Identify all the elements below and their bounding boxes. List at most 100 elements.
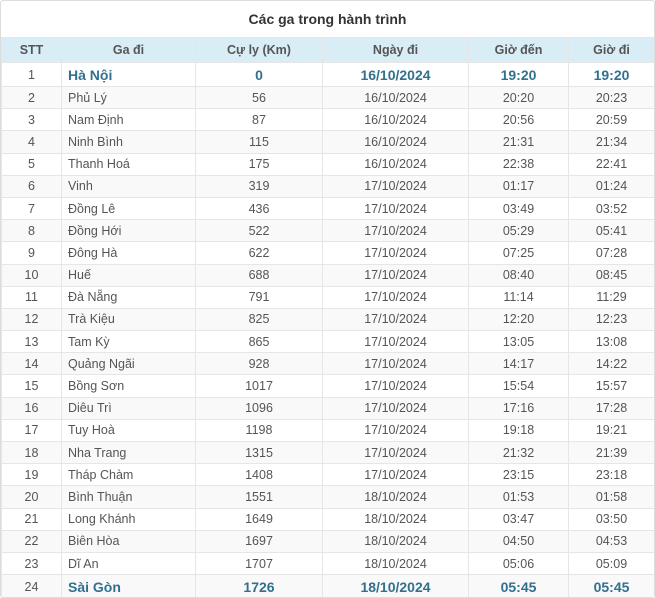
date-cell: 17/10/2024 <box>322 174 469 198</box>
table-row: 18 Nha Trang 1315 17/10/2024 21:32 21:39 <box>1 440 654 465</box>
departure-time-cell: 21:34 <box>568 130 654 154</box>
table-row: 13 Tam Kỳ 865 17/10/2024 13:05 13:08 <box>1 330 654 354</box>
departure-time-cell: 21:39 <box>568 440 654 465</box>
distance-cell: 791 <box>195 285 323 309</box>
stt-cell: 21 <box>1 507 62 531</box>
distance-cell: 1408 <box>195 463 323 487</box>
distance-cell: 1697 <box>195 529 323 553</box>
stt-cell: 11 <box>1 285 62 309</box>
stt-cell: 10 <box>1 263 62 287</box>
table-row: 17 Tuy Hoà 1198 17/10/2024 19:18 19:21 <box>1 418 654 443</box>
departure-time-cell: 01:24 <box>568 174 654 198</box>
departure-time-cell: 14:22 <box>568 352 654 376</box>
date-cell: 16/10/2024 <box>322 62 469 87</box>
stt-cell: 15 <box>1 374 62 398</box>
station-name-cell: Quảng Ngãi <box>61 352 196 376</box>
table-header-row: STT Ga đi Cự ly (Km) Ngày đi Giờ đến Giờ… <box>1 37 654 63</box>
col-header-date: Ngày đi <box>322 37 469 63</box>
station-name-cell: Bồng Sơn <box>61 374 196 398</box>
distance-cell: 175 <box>195 152 323 176</box>
station-name-cell: Diêu Trì <box>61 396 196 420</box>
stt-cell: 13 <box>1 330 62 354</box>
distance-cell: 1017 <box>195 374 323 398</box>
col-header-departure: Giờ đi <box>568 37 654 63</box>
date-cell: 17/10/2024 <box>322 374 469 398</box>
stt-cell: 24 <box>1 574 62 597</box>
table-row: 9 Đông Hà 622 17/10/2024 07:25 07:28 <box>1 241 654 265</box>
station-name-cell: Sài Gòn <box>61 574 196 597</box>
table-row: 6 Vinh 319 17/10/2024 01:17 01:24 <box>1 174 654 198</box>
table-row: 1 Hà Nội 0 16/10/2024 19:20 19:20 <box>1 62 654 87</box>
departure-time-cell: 01:58 <box>568 485 654 509</box>
distance-cell: 865 <box>195 330 323 354</box>
table-row: 21 Long Khánh 1649 18/10/2024 03:47 03:50 <box>1 507 654 531</box>
departure-time-cell: 13:08 <box>568 330 654 354</box>
table-row: 22 Biên Hòa 1697 18/10/2024 04:50 04:53 <box>1 529 654 553</box>
arrival-time-cell: 20:20 <box>468 85 569 110</box>
departure-time-cell: 23:18 <box>568 463 654 487</box>
distance-cell: 522 <box>195 219 323 243</box>
departure-time-cell: 22:41 <box>568 152 654 176</box>
stt-cell: 5 <box>1 152 62 176</box>
distance-cell: 115 <box>195 130 323 154</box>
station-name-cell: Nam Định <box>61 108 196 132</box>
date-cell: 16/10/2024 <box>322 130 469 154</box>
distance-cell: 319 <box>195 174 323 198</box>
departure-time-cell: 05:41 <box>568 219 654 243</box>
arrival-time-cell: 21:32 <box>468 440 569 465</box>
distance-cell: 622 <box>195 241 323 265</box>
date-cell: 16/10/2024 <box>322 85 469 110</box>
distance-cell: 87 <box>195 108 323 132</box>
station-name-cell: Biên Hòa <box>61 529 196 553</box>
departure-time-cell: 07:28 <box>568 241 654 265</box>
col-header-stt: STT <box>1 37 62 63</box>
station-name-cell: Long Khánh <box>61 507 196 531</box>
stt-cell: 12 <box>1 307 62 332</box>
date-cell: 18/10/2024 <box>322 574 469 597</box>
distance-cell: 825 <box>195 307 323 332</box>
station-name-cell: Nha Trang <box>61 440 196 465</box>
station-name-cell: Tam Kỳ <box>61 330 196 354</box>
stt-cell: 1 <box>1 62 62 87</box>
station-name-cell: Đông Hà <box>61 241 196 265</box>
arrival-time-cell: 19:18 <box>468 418 569 443</box>
stt-cell: 22 <box>1 529 62 553</box>
departure-time-cell: 05:45 <box>568 574 654 597</box>
distance-cell: 1198 <box>195 418 323 443</box>
arrival-time-cell: 20:56 <box>468 108 569 132</box>
departure-time-cell: 17:28 <box>568 396 654 420</box>
arrival-time-cell: 12:20 <box>468 307 569 332</box>
stations-panel: Các ga trong hành trình STT Ga đi Cự ly … <box>0 0 655 598</box>
arrival-time-cell: 14:17 <box>468 352 569 376</box>
date-cell: 17/10/2024 <box>322 463 469 487</box>
station-name-cell: Dĩ An <box>61 551 196 576</box>
distance-cell: 1726 <box>195 574 323 597</box>
date-cell: 17/10/2024 <box>322 330 469 354</box>
arrival-time-cell: 22:38 <box>468 152 569 176</box>
distance-cell: 688 <box>195 263 323 287</box>
distance-cell: 1096 <box>195 396 323 420</box>
table-row: 5 Thanh Hoá 175 16/10/2024 22:38 22:41 <box>1 152 654 176</box>
departure-time-cell: 19:20 <box>568 62 654 87</box>
col-header-distance: Cự ly (Km) <box>195 37 323 63</box>
departure-time-cell: 20:23 <box>568 85 654 110</box>
arrival-time-cell: 05:06 <box>468 551 569 576</box>
station-name-cell: Trà Kiệu <box>61 307 196 332</box>
table-row: 4 Ninh Bình 115 16/10/2024 21:31 21:34 <box>1 130 654 154</box>
distance-cell: 1707 <box>195 551 323 576</box>
arrival-time-cell: 15:54 <box>468 374 569 398</box>
arrival-time-cell: 13:05 <box>468 330 569 354</box>
table-row: 8 Đồng Hới 522 17/10/2024 05:29 05:41 <box>1 219 654 243</box>
date-cell: 17/10/2024 <box>322 418 469 443</box>
arrival-time-cell: 19:20 <box>468 62 569 87</box>
station-name-cell: Bình Thuận <box>61 485 196 509</box>
departure-time-cell: 15:57 <box>568 374 654 398</box>
col-header-arrival: Giờ đến <box>468 37 569 63</box>
table-row: 16 Diêu Trì 1096 17/10/2024 17:16 17:28 <box>1 396 654 420</box>
date-cell: 17/10/2024 <box>322 196 469 221</box>
stt-cell: 18 <box>1 440 62 465</box>
date-cell: 17/10/2024 <box>322 307 469 332</box>
table-row: 14 Quảng Ngãi 928 17/10/2024 14:17 14:22 <box>1 352 654 376</box>
arrival-time-cell: 03:49 <box>468 196 569 221</box>
stt-cell: 4 <box>1 130 62 154</box>
